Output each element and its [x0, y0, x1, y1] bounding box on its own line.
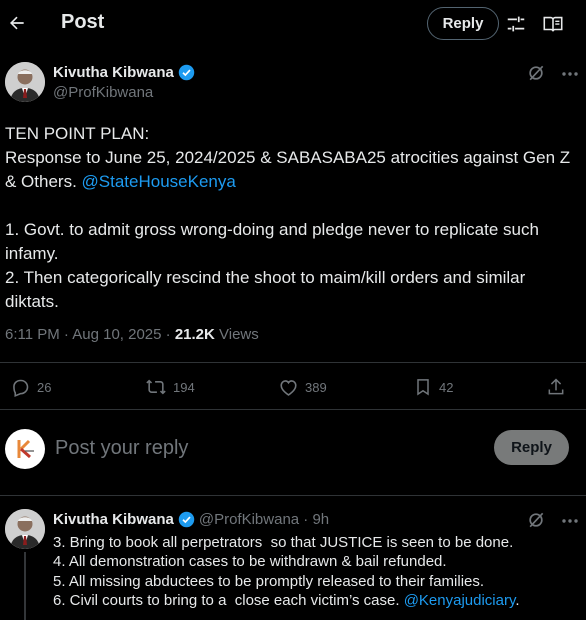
- author-handle[interactable]: @ProfKibwana: [53, 84, 153, 101]
- portrait-image: [5, 62, 45, 102]
- more-icon: [562, 519, 578, 523]
- author-name: Kivutha Kibwana: [53, 64, 174, 81]
- divider: [0, 409, 586, 410]
- reply-text-end: .: [515, 591, 520, 609]
- grok-button[interactable]: [526, 510, 546, 530]
- share-icon: [548, 378, 564, 395]
- more-options-button[interactable]: [560, 513, 580, 529]
- heart-icon: [280, 379, 297, 396]
- reply-tweet-text: 3. Bring to book all perpetrators so tha…: [53, 533, 583, 610]
- portrait-image: [5, 509, 45, 549]
- reader-icon: [543, 16, 563, 32]
- grok-icon: [529, 65, 544, 81]
- reply-submit-button[interactable]: Reply: [494, 430, 569, 465]
- header-reply-button[interactable]: Reply: [427, 7, 499, 40]
- tweet-meta: 6:11 PM · Aug 10, 2025 · 21.2K Views: [5, 326, 259, 343]
- verified-badge-icon: [178, 511, 195, 528]
- like-count: 389: [305, 379, 327, 395]
- grok-icon: [529, 512, 544, 528]
- back-button[interactable]: [4, 10, 30, 36]
- views-count: 21.2K: [174, 326, 215, 343]
- views-label: Views: [214, 326, 259, 343]
- reply-icon: [13, 379, 29, 397]
- back-arrow-icon: [10, 16, 24, 30]
- share-action[interactable]: [546, 376, 566, 398]
- user-logo-icon: [17, 439, 34, 459]
- author-avatar[interactable]: [5, 62, 45, 102]
- user-avatar[interactable]: [5, 429, 45, 469]
- bookmark-action[interactable]: 42: [413, 376, 453, 398]
- tweet-text-end: 1. Govt. to admit gross wrong-doing and …: [5, 220, 539, 311]
- thread-line: [24, 552, 26, 620]
- divider: [0, 362, 586, 363]
- more-icon: [562, 72, 578, 76]
- repost-count: 194: [173, 379, 195, 395]
- sliders-button[interactable]: [505, 13, 527, 35]
- sliders-icon: [507, 16, 525, 32]
- mention-link[interactable]: @Kenyajudiciary: [404, 592, 516, 609]
- verified-badge-icon: [178, 64, 195, 81]
- like-action[interactable]: 389: [278, 376, 327, 398]
- reply-author-avatar[interactable]: [5, 509, 45, 549]
- reply-author-handle: @ProfKibwana · 9h: [198, 511, 330, 528]
- reader-button[interactable]: [542, 13, 564, 35]
- reply-action[interactable]: 26: [10, 376, 51, 398]
- author-name-row[interactable]: Kivutha Kibwana: [53, 64, 195, 81]
- more-options-button[interactable]: [560, 66, 580, 82]
- reply-input[interactable]: Post your reply: [55, 437, 188, 460]
- reply-author-row[interactable]: Kivutha Kibwana @ProfKibwana · 9h: [53, 511, 329, 528]
- repost-icon: [146, 379, 166, 395]
- mention-link[interactable]: @StateHouseKenya: [82, 172, 236, 191]
- repost-action[interactable]: 194: [145, 376, 195, 398]
- tweet-timestamp[interactable]: 6:11 PM · Aug 10, 2025 ·: [5, 326, 175, 343]
- bookmark-count: 42: [439, 379, 454, 395]
- reply-author-name: Kivutha Kibwana: [53, 511, 174, 528]
- divider: [0, 495, 586, 496]
- bookmark-icon: [417, 379, 429, 396]
- reply-count: 26: [37, 379, 52, 395]
- page-title: Post: [61, 11, 105, 33]
- grok-button[interactable]: [526, 63, 546, 83]
- tweet-text: TEN POINT PLAN: Response to June 25, 202…: [5, 122, 583, 314]
